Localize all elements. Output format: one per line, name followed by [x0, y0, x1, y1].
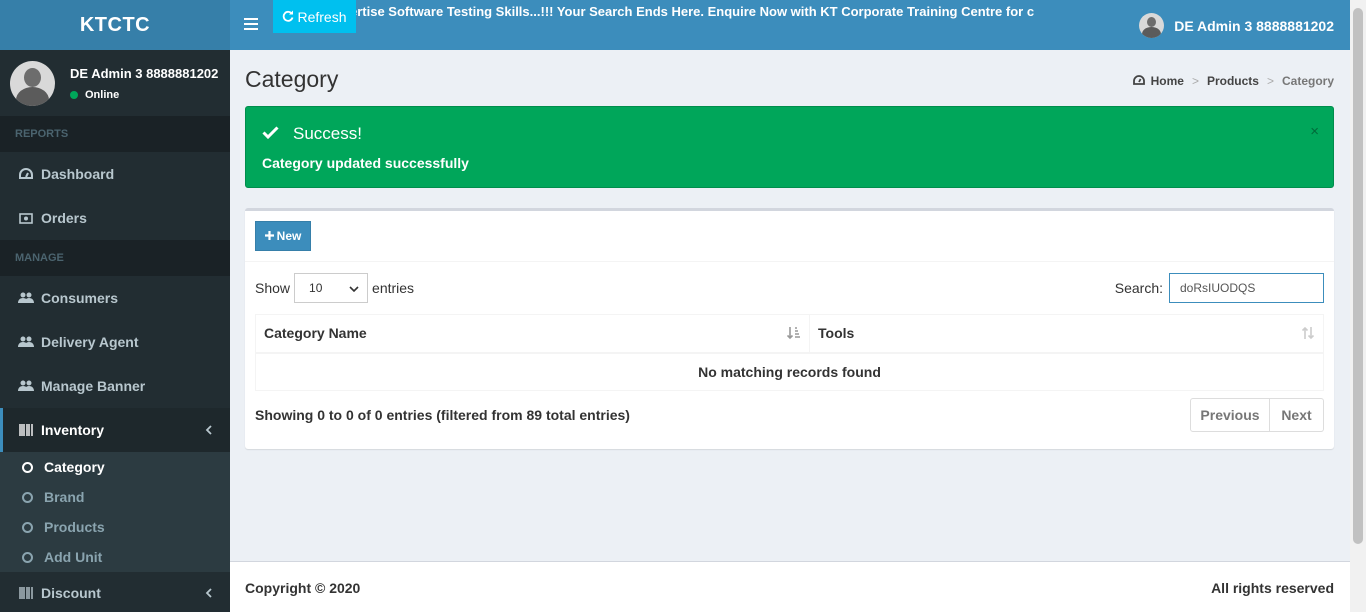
circle-icon — [22, 551, 33, 563]
users-icon — [18, 336, 34, 348]
search-control: Search: — [1115, 273, 1324, 303]
sort-asc-icon — [786, 326, 801, 343]
app-logo[interactable]: KTCTC — [0, 0, 230, 50]
nav-user-name: DE Admin 3 8888881202 — [1174, 17, 1334, 34]
breadcrumb-home[interactable]: Home — [1151, 74, 1184, 88]
users-icon — [18, 380, 34, 392]
search-input[interactable] — [1169, 273, 1324, 303]
sidebar-item-orders[interactable]: Orders — [0, 196, 230, 240]
success-alert: Success! Category updated successfully × — [245, 106, 1334, 188]
copyright-text: Copyright © 2020 — [245, 580, 361, 596]
sidebar-item-inventory[interactable]: Inventory — [0, 408, 230, 452]
new-category-button[interactable]: New — [255, 221, 311, 251]
breadcrumb-products[interactable]: Products — [1207, 74, 1259, 88]
circle-icon — [22, 491, 33, 503]
page-title: Category — [245, 66, 339, 92]
menu-toggle-icon[interactable] — [244, 18, 258, 33]
circle-icon — [22, 521, 33, 533]
sidebar-subitem-products[interactable]: Products — [0, 512, 230, 542]
refresh-icon — [282, 9, 294, 25]
avatar — [10, 60, 55, 106]
sidebar-item-delivery-agent[interactable]: Delivery Agent — [0, 320, 230, 364]
online-dot-icon — [70, 90, 78, 99]
category-box: New Show 10 entries Search: Category Nam… — [245, 208, 1334, 449]
announcement-marquee: ertise Software Testing Skills...!!! You… — [356, 4, 1035, 19]
close-icon[interactable]: × — [1310, 123, 1319, 140]
next-page-button[interactable]: Next — [1270, 398, 1324, 432]
sidebar: KTCTC DE Admin 3 8888881202 Online REPOR… — [0, 0, 230, 612]
sidebar-subitem-add-unit[interactable]: Add Unit — [0, 542, 230, 572]
scrollbar-thumb[interactable] — [1353, 8, 1363, 544]
chevron-left-icon — [205, 586, 212, 601]
pagination: Previous Next — [1190, 398, 1324, 432]
alert-message: Category updated successfully — [262, 155, 469, 171]
alert-title: Success! — [293, 124, 362, 143]
breadcrumb: Home > Products > Category — [1132, 74, 1334, 88]
breadcrumb-current: Category — [1281, 74, 1334, 88]
circle-icon — [22, 461, 33, 473]
column-header-category-name[interactable]: Category Name — [255, 314, 810, 354]
user-status[interactable]: Online — [70, 89, 218, 101]
chevron-left-icon — [205, 423, 212, 438]
barcode-icon — [18, 587, 34, 599]
sort-both-icon — [1301, 326, 1315, 343]
check-icon — [262, 123, 279, 145]
page-length-select[interactable]: 10 — [294, 273, 369, 303]
menu-header-reports: REPORTS — [0, 116, 230, 152]
page-footer: Copyright © 2020 All rights reserved — [230, 561, 1350, 612]
page-length-control: Show 10 entries — [255, 273, 414, 303]
previous-page-button[interactable]: Previous — [1190, 398, 1270, 432]
table-info: Showing 0 to 0 of 0 entries (filtered fr… — [255, 407, 630, 423]
dashboard-icon — [1132, 74, 1145, 88]
chevron-down-icon — [349, 281, 359, 295]
sidebar-item-discount[interactable]: Discount — [0, 572, 230, 612]
category-table: Category Name Tools No matching records … — [255, 314, 1324, 391]
empty-message: No matching records found — [255, 352, 1324, 391]
user-panel: DE Admin 3 8888881202 Online — [0, 50, 230, 116]
refresh-button[interactable]: Refresh — [273, 0, 356, 33]
column-header-tools[interactable]: Tools — [809, 314, 1324, 354]
users-icon — [18, 292, 34, 304]
sidebar-subitem-category[interactable]: Category — [0, 452, 230, 482]
barcode-icon — [18, 424, 34, 436]
show-label: Show — [255, 280, 291, 296]
user-name: DE Admin 3 8888881202 — [70, 65, 219, 81]
sidebar-item-manage-banner[interactable]: Manage Banner — [0, 364, 230, 408]
sidebar-item-consumers[interactable]: Consumers — [0, 276, 230, 320]
inventory-submenu: Category Brand Products Add Unit — [0, 452, 230, 572]
menu-header-manage: MANAGE — [0, 240, 230, 276]
page-scrollbar[interactable] — [1350, 0, 1366, 612]
entries-label: entries — [372, 280, 415, 296]
user-menu[interactable]: DE Admin 3 8888881202 — [1139, 13, 1334, 38]
main-content: Category Home > Products > Category Succ… — [230, 50, 1350, 561]
search-label: Search: — [1114, 280, 1163, 296]
top-navbar: Refresh ertise Software Testing Skills..… — [230, 0, 1350, 50]
avatar — [1139, 13, 1165, 38]
money-icon — [18, 212, 34, 224]
plus-icon — [264, 229, 274, 243]
dashboard-icon — [18, 168, 34, 180]
sidebar-item-dashboard[interactable]: Dashboard — [0, 152, 230, 196]
table-row: No matching records found — [255, 352, 1324, 391]
sidebar-subitem-brand[interactable]: Brand — [0, 482, 230, 512]
rights-text: All rights reserved — [1211, 580, 1334, 596]
